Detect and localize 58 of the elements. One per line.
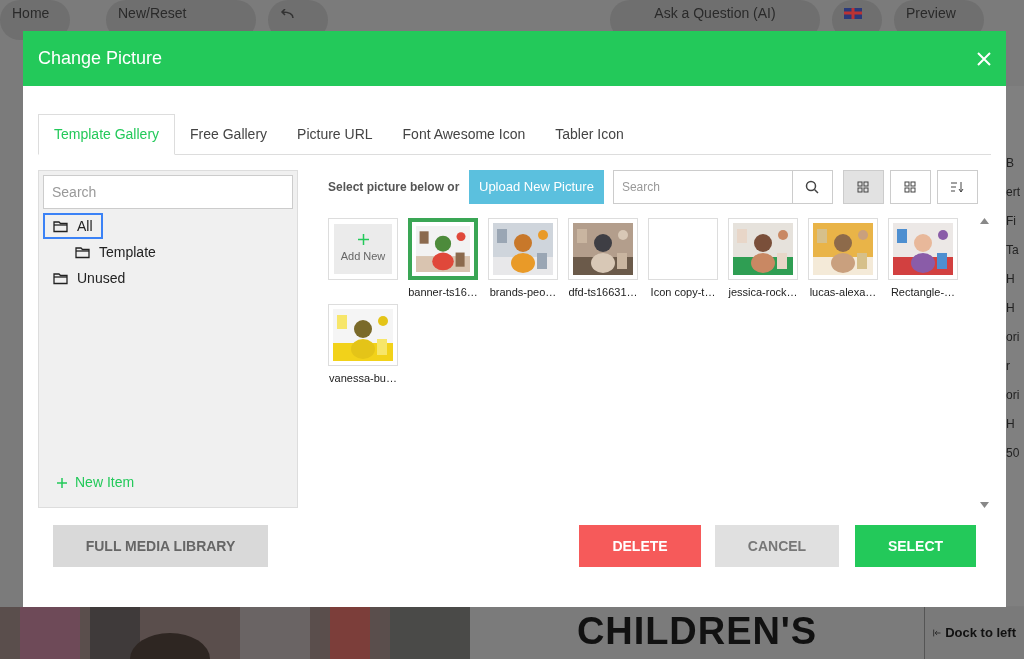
scroll-down-icon — [979, 502, 989, 508]
delete-button[interactable]: DELETE — [579, 525, 701, 567]
folder-item[interactable]: Template — [65, 239, 166, 265]
search-field[interactable]: Search — [612, 170, 793, 204]
thumbnail[interactable] — [408, 218, 478, 280]
panel-label: ert — [1006, 185, 1021, 200]
panel-label: H — [1006, 417, 1016, 432]
picture-name: dfd-ts16631… — [568, 285, 638, 300]
view-button[interactable] — [889, 170, 931, 204]
tab[interactable]: Template Gallery — [38, 114, 176, 155]
panel-label: ori — [1006, 388, 1021, 403]
add-new-button[interactable]: Add New — [328, 218, 398, 280]
panel-label: H — [1006, 272, 1016, 287]
folder-icon — [75, 245, 91, 259]
dock-left-icon — [933, 628, 942, 638]
picture-name: lucas-alexa… — [809, 285, 877, 300]
search-field[interactable]: Search — [43, 175, 293, 209]
tab[interactable]: Tabler Icon — [540, 114, 639, 154]
upload-button[interactable]: Upload New Picture — [469, 170, 604, 204]
tab[interactable]: Font Awesome Icon — [387, 114, 541, 154]
canvas-heading: CHILDREN'S — [576, 611, 818, 651]
panel-label: H — [1006, 301, 1016, 316]
picture-name: Rectangle-… — [890, 285, 956, 300]
dialog-title: Change Picture — [38, 47, 163, 70]
panel-label: 50 — [1006, 446, 1021, 461]
sort-icon — [950, 181, 965, 193]
grid-icon — [904, 181, 917, 193]
picture-name: vanessa-bu… — [329, 371, 397, 386]
scrollbar[interactable] — [977, 218, 991, 508]
plus-icon — [57, 477, 67, 488]
folder-item[interactable]: All — [43, 213, 103, 239]
cancel-button[interactable]: CANCEL — [715, 525, 839, 567]
select-button[interactable]: SELECT — [855, 525, 976, 567]
select-hint: Select picture below or — [328, 179, 461, 196]
panel-label: Ta — [1006, 243, 1020, 258]
folder-icon — [53, 219, 69, 233]
scroll-up-icon — [979, 218, 989, 224]
picture-name: brands-peo… — [489, 285, 557, 300]
folder-item[interactable]: Unused — [43, 265, 136, 291]
undo-icon — [280, 8, 294, 19]
folder-icon — [53, 271, 69, 285]
panel-label: B — [1006, 156, 1015, 171]
picture-name: banner-ts16… — [408, 285, 478, 300]
panel-label: Fi — [1006, 214, 1017, 229]
panel-label: r — [1006, 359, 1011, 374]
picture-name: Icon copy-t… — [650, 285, 716, 300]
plus-icon — [357, 233, 369, 245]
view-button[interactable] — [936, 170, 978, 204]
search-button[interactable] — [792, 170, 833, 204]
library-button[interactable]: FULL MEDIA LIBRARY — [53, 525, 268, 567]
tab[interactable]: Free Gallery — [175, 114, 283, 154]
flag-icon — [844, 8, 862, 19]
tab[interactable]: Picture URL — [282, 114, 388, 154]
search-icon — [805, 180, 820, 194]
view-button[interactable] — [842, 170, 884, 204]
panel-label: ori — [1006, 330, 1021, 345]
grid-icon — [857, 181, 870, 193]
picture-name: jessica-rock… — [728, 285, 798, 300]
